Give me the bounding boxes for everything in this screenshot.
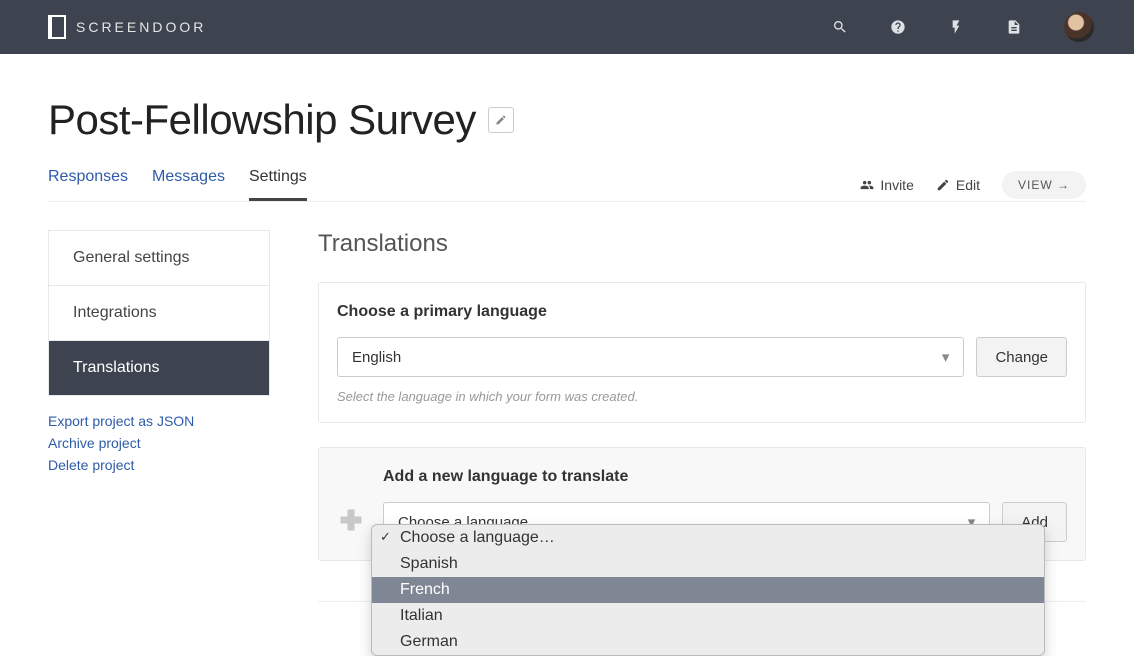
logo-icon bbox=[48, 15, 66, 39]
tab-responses[interactable]: Responses bbox=[48, 168, 128, 201]
export-json-link[interactable]: Export project as JSON bbox=[48, 410, 270, 432]
sidebar-item-translations[interactable]: Translations bbox=[49, 341, 269, 395]
dropdown-option-german[interactable]: German bbox=[372, 629, 1044, 655]
primary-language-card: Choose a primary language English ▾ Chan… bbox=[318, 282, 1086, 423]
primary-language-helper: Select the language in which your form w… bbox=[337, 389, 1067, 404]
avatar[interactable] bbox=[1064, 12, 1094, 42]
archive-project-link[interactable]: Archive project bbox=[48, 432, 270, 454]
dropdown-option-italian[interactable]: Italian bbox=[372, 603, 1044, 629]
invite-button[interactable]: Invite bbox=[860, 177, 913, 193]
pencil-icon bbox=[495, 114, 507, 126]
primary-language-select[interactable]: English ▾ bbox=[337, 337, 964, 377]
brand[interactable]: SCREENDOOR bbox=[48, 15, 206, 39]
page-title: Post-Fellowship Survey bbox=[48, 96, 476, 144]
brand-name: SCREENDOOR bbox=[76, 19, 206, 35]
header-actions bbox=[832, 12, 1094, 42]
tab-settings[interactable]: Settings bbox=[249, 168, 307, 201]
people-icon bbox=[860, 178, 874, 192]
primary-language-label: Choose a primary language bbox=[337, 303, 1067, 321]
dropdown-option-placeholder[interactable]: Choose a language… bbox=[372, 525, 1044, 551]
search-icon[interactable] bbox=[832, 19, 848, 35]
document-icon[interactable] bbox=[1006, 19, 1022, 35]
help-icon[interactable] bbox=[890, 19, 906, 35]
caret-down-icon: ▾ bbox=[942, 348, 950, 366]
tab-bar: Responses Messages Settings Invite Edit … bbox=[48, 168, 1086, 202]
lightning-icon[interactable] bbox=[948, 19, 964, 35]
add-language-label: Add a new language to translate bbox=[383, 468, 1067, 486]
tab-messages[interactable]: Messages bbox=[152, 168, 225, 201]
primary-language-value: English bbox=[352, 349, 401, 366]
plus-icon bbox=[337, 506, 365, 534]
page-container: Post-Fellowship Survey Responses Message… bbox=[0, 54, 1134, 642]
delete-project-link[interactable]: Delete project bbox=[48, 454, 270, 476]
edit-label: Edit bbox=[956, 177, 980, 193]
dropdown-option-french[interactable]: French bbox=[372, 577, 1044, 603]
app-header: SCREENDOOR bbox=[0, 0, 1134, 54]
main-content: Translations Choose a primary language E… bbox=[318, 230, 1086, 602]
section-title: Translations bbox=[318, 230, 1086, 258]
change-button[interactable]: Change bbox=[976, 337, 1067, 377]
invite-label: Invite bbox=[880, 177, 913, 193]
edit-button[interactable]: Edit bbox=[936, 177, 980, 193]
settings-sidebar: General settings Integrations Translatio… bbox=[48, 230, 270, 602]
sidebar-item-integrations[interactable]: Integrations bbox=[49, 286, 269, 341]
view-button[interactable]: VIEW → bbox=[1002, 171, 1086, 199]
edit-title-button[interactable] bbox=[488, 107, 514, 133]
dropdown-option-spanish[interactable]: Spanish bbox=[372, 551, 1044, 577]
sidebar-item-general[interactable]: General settings bbox=[49, 231, 269, 286]
pencil-icon bbox=[936, 178, 950, 192]
language-dropdown: Choose a language… Spanish French Italia… bbox=[371, 524, 1045, 656]
add-language-card: Add a new language to translate Choose a… bbox=[318, 447, 1086, 561]
